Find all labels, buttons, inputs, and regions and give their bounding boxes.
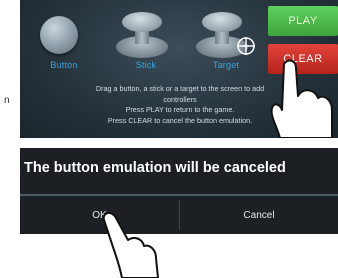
cancel-button[interactable]: Cancel	[179, 200, 338, 230]
target-control-label: Target	[212, 60, 240, 70]
target-stick-icon	[202, 12, 242, 32]
instruction-line: Press CLEAR to cancel the button emulati…	[107, 115, 253, 125]
stick-control[interactable]: Stick	[106, 8, 186, 70]
dialog-divider	[20, 194, 338, 196]
controller-panel: Button Stick Target PLAY CLEAR Drag a bu…	[20, 0, 338, 138]
target-control[interactable]: Target	[186, 8, 266, 70]
clear-button[interactable]: CLEAR	[268, 44, 338, 74]
side-letter: n	[4, 95, 10, 106]
instruction-line: Press PLAY to return to the game.	[125, 105, 235, 114]
instruction-line: controllers	[163, 94, 197, 104]
dialog-message: The button emulation will be canceled	[24, 160, 286, 176]
joystick-icon	[122, 12, 162, 32]
round-button-icon	[40, 16, 78, 54]
instruction-line: Drag a button, a stick or a target to th…	[95, 84, 265, 93]
crosshair-icon	[237, 37, 255, 55]
button-control-label: Button	[50, 60, 78, 70]
stick-control-label: Stick	[135, 60, 157, 70]
confirm-dialog: The button emulation will be canceled OK…	[20, 148, 338, 234]
ok-button[interactable]: OK	[20, 200, 179, 230]
button-control[interactable]: Button	[24, 8, 104, 70]
play-button[interactable]: PLAY	[268, 6, 338, 36]
instructions-text: Drag a button, a stick or a target to th…	[22, 84, 338, 126]
